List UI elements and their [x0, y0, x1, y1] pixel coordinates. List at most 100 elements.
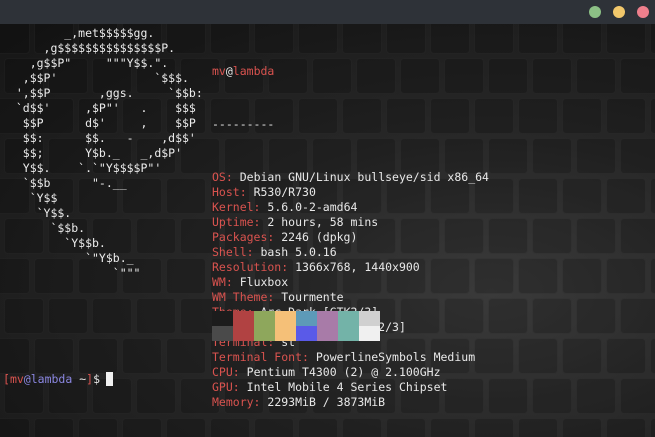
wallpaper-key [532, 378, 572, 414]
wallpaper-key [650, 178, 655, 214]
wallpaper-key [650, 24, 655, 54]
info-label: OS [212, 170, 226, 184]
wallpaper-key [136, 298, 176, 334]
wallpaper-key [576, 378, 616, 414]
color-swatch [233, 311, 254, 326]
logo-line: `""" [2, 266, 141, 280]
info-label: Terminal Font [212, 350, 303, 364]
info-value: Intel Mobile 4 Series Chipset [246, 380, 448, 394]
terminal-window: _,met$$$$$gg. ,g$$$$$$$$$$$$$$$P. ,g$$P"… [0, 0, 655, 437]
info-row: Memory: 2293MiB / 3873MiB [212, 395, 489, 410]
wallpaper-key [650, 338, 655, 374]
info-user: mv [212, 64, 226, 78]
color-swatch [212, 311, 233, 326]
color-swatch [254, 326, 275, 341]
info-value: 1366x768, 1440x900 [295, 260, 420, 274]
info-label: CPU [212, 365, 233, 379]
color-swatch [317, 311, 338, 326]
color-swatch [275, 326, 296, 341]
info-label: WM [212, 275, 226, 289]
title-bar[interactable] [0, 0, 655, 24]
info-value: 5.6.0-2-amd64 [267, 200, 358, 214]
logo-line: Y$$. `.`"Y$$$$P"' [2, 161, 162, 175]
wallpaper-key [34, 338, 74, 374]
wallpaper-key [650, 418, 655, 437]
color-swatch [296, 311, 317, 326]
info-row: Shell: bash 5.0.16 [212, 245, 489, 260]
terminal-area[interactable]: _,met$$$$$gg. ,g$$$$$$$$$$$$$$$P. ,g$$P"… [0, 24, 655, 437]
color-swatch [359, 311, 380, 326]
info-colon: : [232, 365, 247, 379]
info-colon: : [302, 350, 316, 364]
logo-line: `d$$' ,$P"' . $$$ [2, 101, 196, 115]
info-row: Resolution: 1366x768, 1440x900 [212, 260, 489, 275]
logo-line: $$P d$' , $$P [2, 116, 196, 130]
wallpaper-key [562, 98, 602, 134]
wallpaper-key [166, 418, 206, 437]
wallpaper-key [650, 98, 655, 134]
info-row: CPU: Pentium T4300 (2) @ 2.100GHz [212, 365, 489, 380]
prompt-at: @ [23, 372, 31, 386]
logo-line: $$; Y$b._ _,d$P' [2, 146, 183, 160]
color-swatch [296, 326, 317, 341]
info-label: GPU [212, 380, 233, 394]
wallpaper-key [78, 418, 118, 437]
info-header: mv@lambda [212, 64, 489, 79]
info-label: Kernel [212, 200, 254, 214]
wallpaper-key [488, 378, 528, 414]
info-row: WM Theme: Tourmente [212, 290, 489, 305]
shell-prompt[interactable]: [mv@lambda ~]$ [3, 372, 114, 387]
wallpaper-key [518, 258, 558, 294]
prompt-user: mv [9, 372, 24, 386]
wallpaper-key [606, 258, 646, 294]
info-colon: : [239, 185, 254, 199]
wallpaper-key [122, 338, 162, 374]
wallpaper-key [4, 298, 44, 334]
wallpaper-key [620, 58, 655, 94]
info-colon: : [225, 170, 240, 184]
color-swatch [317, 326, 338, 341]
info-colon: : [253, 200, 268, 214]
text-cursor[interactable] [106, 372, 114, 386]
color-swatch [254, 311, 275, 326]
logo-line: `$$b "-.__ [2, 176, 127, 190]
info-value: bash 5.0.16 [260, 245, 337, 259]
wallpaper-key [650, 258, 655, 294]
maximize-button[interactable] [613, 6, 625, 18]
info-row: Kernel: 5.6.0-2-amd64 [212, 200, 489, 215]
info-value: 2246 (dpkg) [281, 230, 358, 244]
info-label: WM Theme [212, 290, 268, 304]
prompt-host: lambda [30, 372, 73, 386]
info-colon: : [253, 215, 268, 229]
wallpaper-key [562, 24, 602, 54]
color-swatch [359, 326, 380, 341]
logo-line: $$: $$. - ,d$$' [2, 131, 196, 145]
wallpaper-key [532, 218, 572, 254]
info-value: PowerlineSymbols Medium [315, 350, 476, 364]
wallpaper-key [166, 338, 206, 374]
wallpaper-key [48, 298, 88, 334]
wallpaper-key [606, 418, 646, 437]
logo-line: ,g$$P" """Y$$.". [2, 56, 169, 70]
color-swatch [338, 326, 359, 341]
wallpaper-key [518, 98, 558, 134]
info-colon: : [246, 245, 261, 259]
info-label: Memory [212, 395, 254, 409]
minimize-button[interactable] [589, 6, 601, 18]
wallpaper-key [620, 218, 655, 254]
prompt-symbol: $ [93, 372, 101, 386]
wallpaper-key [576, 218, 616, 254]
wallpaper-key [562, 258, 602, 294]
wallpaper-key [78, 338, 118, 374]
debian-ascii-logo: _,met$$$$$gg. ,g$$$$$$$$$$$$$$$P. ,g$$P"… [2, 26, 203, 281]
info-value: Fluxbox [239, 275, 289, 289]
close-button[interactable] [637, 6, 649, 18]
logo-line: ,$$P' `$$$. [2, 71, 189, 85]
info-colon: : [267, 230, 282, 244]
wallpaper-key [92, 298, 132, 334]
wallpaper-key [620, 378, 655, 414]
info-row: OS: Debian GNU/Linux bullseye/sid x86_64 [212, 170, 489, 185]
info-value: 2293MiB / 3873MiB [267, 395, 386, 409]
wallpaper-key [0, 418, 30, 437]
wallpaper-key [0, 338, 30, 374]
